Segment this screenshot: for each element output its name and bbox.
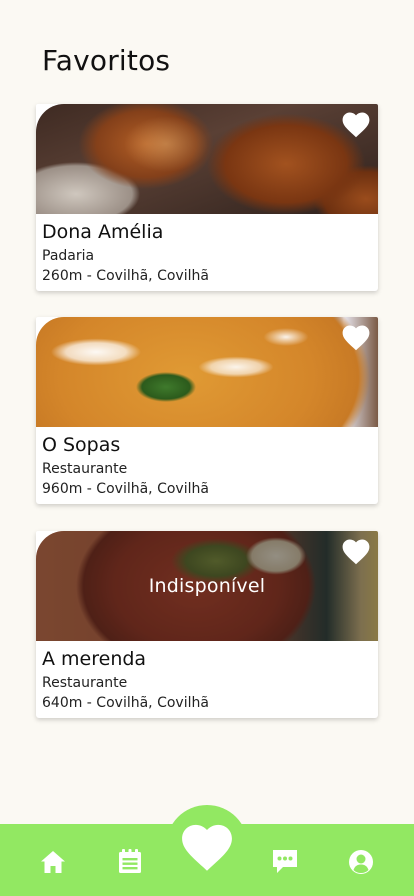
nav-home[interactable] xyxy=(38,847,68,877)
nav-chat[interactable] xyxy=(269,846,301,876)
favorite-card-dona-amelia[interactable]: Dona Amélia Padaria 260m - Covilhã, Covi… xyxy=(36,104,378,291)
chat-icon xyxy=(273,850,297,873)
nav-favorites[interactable] xyxy=(179,820,235,876)
list-icon xyxy=(119,849,141,873)
card-category: Restaurante xyxy=(42,461,128,477)
user-icon xyxy=(349,850,373,874)
heart-icon[interactable] xyxy=(342,112,370,138)
heart-icon xyxy=(182,824,232,871)
card-title: O Sopas xyxy=(42,434,121,456)
nav-profile[interactable] xyxy=(346,847,376,877)
nav-list[interactable] xyxy=(115,846,145,876)
favorites-screen: Favoritos Dona Amélia Padaria 260m - Cov… xyxy=(0,0,414,896)
soup-photo xyxy=(36,317,378,427)
favorite-card-o-sopas[interactable]: O Sopas Restaurante 960m - Covilhã, Covi… xyxy=(36,317,378,504)
home-icon xyxy=(41,851,65,873)
unavailable-label: Indisponível xyxy=(148,575,266,597)
card-title: Dona Amélia xyxy=(42,221,164,243)
card-location: 640m - Covilhã, Covilhã xyxy=(42,695,209,711)
card-category: Restaurante xyxy=(42,675,128,691)
page-title: Favoritos xyxy=(42,44,171,77)
bread-photo xyxy=(36,104,378,214)
card-location: 260m - Covilhã, Covilhã xyxy=(42,268,209,284)
card-location: 960m - Covilhã, Covilhã xyxy=(42,481,209,497)
heart-icon[interactable] xyxy=(342,325,370,351)
favorite-card-a-merenda[interactable]: Indisponível A merenda Restaurante 640m … xyxy=(36,531,378,718)
unavailable-overlay: Indisponível xyxy=(36,531,378,641)
card-title: A merenda xyxy=(42,648,147,670)
heart-icon[interactable] xyxy=(342,539,370,565)
card-category: Padaria xyxy=(42,248,95,264)
stew-photo: Indisponível xyxy=(36,531,378,641)
